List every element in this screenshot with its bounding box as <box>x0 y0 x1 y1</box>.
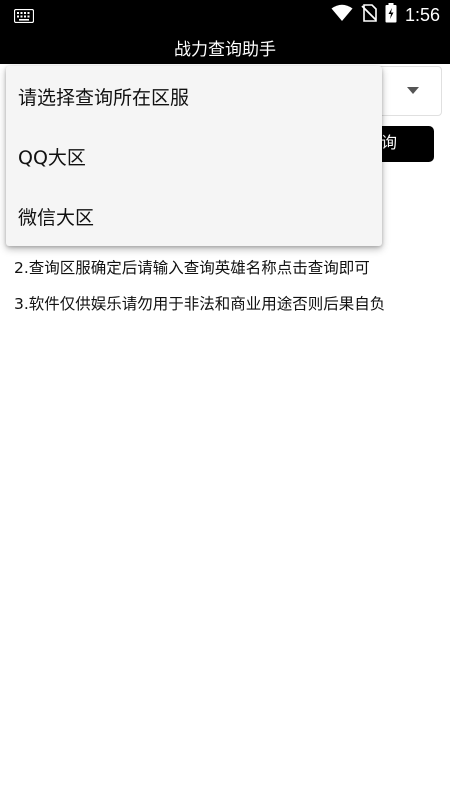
dropdown-option-wechat[interactable]: 微信大区 <box>6 186 382 246</box>
instruction-line: 3.软件仅供娱乐请勿用于非法和商业用途否则后果自负 <box>14 295 386 313</box>
no-sim-icon <box>361 4 377 26</box>
dropdown-option-qq[interactable]: QQ大区 <box>6 126 382 186</box>
dropdown-arrow-icon <box>407 87 419 94</box>
app-title: 战力查询助手 <box>174 39 276 60</box>
region-dropdown-popup: 请选择查询所在区服 QQ大区 微信大区 <box>6 66 382 246</box>
battery-charging-icon <box>385 3 397 27</box>
screen: 1:56 战力查询助手 询 2.查询区服确定后请输入查询英雄名称点击查询即可 3… <box>0 0 450 800</box>
status-icons: 1:56 <box>331 3 440 27</box>
app-bar: 战力查询助手 <box>0 30 450 64</box>
wifi-icon <box>331 4 353 26</box>
instruction-line: 2.查询区服确定后请输入查询英雄名称点击查询即可 <box>14 259 370 277</box>
instructions: 2.查询区服确定后请输入查询英雄名称点击查询即可 3.软件仅供娱乐请勿用于非法和… <box>14 250 444 322</box>
keyboard-icon <box>13 8 35 24</box>
status-bar: 1:56 <box>0 0 450 30</box>
status-time: 1:56 <box>404 4 440 25</box>
dropdown-option-placeholder[interactable]: 请选择查询所在区服 <box>6 66 382 126</box>
